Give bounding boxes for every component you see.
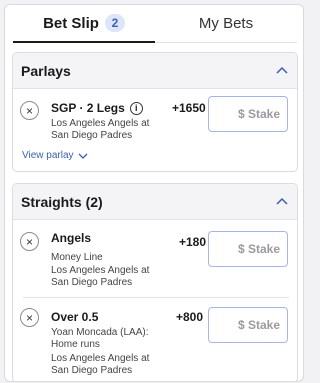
info-icon[interactable]: i bbox=[129, 101, 143, 115]
straights-header[interactable]: Straights (2) bbox=[13, 184, 297, 220]
bet-stake-input[interactable] bbox=[208, 231, 288, 267]
bet-market: Yoan Moncada (LAA): Home runs bbox=[51, 327, 149, 350]
parlay-stake-input[interactable] bbox=[208, 96, 288, 132]
bet-stake-input[interactable] bbox=[208, 307, 288, 343]
bet-selection: Over 0.5 bbox=[51, 310, 99, 324]
bet-matchup: Los Angeles Angels at San Diego Padres bbox=[51, 353, 150, 376]
parlays-title: Parlays bbox=[21, 62, 71, 79]
chevron-up-icon[interactable] bbox=[275, 64, 289, 78]
close-icon: × bbox=[25, 310, 33, 325]
tab-my-bets[interactable]: My Bets bbox=[155, 5, 297, 43]
straight-bet: × Angels Money Line Los Angeles Angels a… bbox=[13, 220, 297, 294]
bet-slip-tabs: Bet Slip 2 My Bets bbox=[5, 5, 303, 43]
parlays-section: Parlays × SGP · 2 Legs i Los Angeles Ange… bbox=[12, 52, 298, 172]
view-parlay-label: View parlay bbox=[22, 150, 74, 161]
bet-slip-panel: Bet Slip 2 My Bets Parlays × SGP · 2 Leg… bbox=[4, 4, 304, 382]
straight-bet: × Over 0.5 Yoan Moncada (LAA): Home runs… bbox=[13, 298, 297, 381]
parlay-odds: +1650 bbox=[172, 101, 206, 115]
tab-bet-slip[interactable]: Bet Slip 2 bbox=[13, 5, 155, 43]
chevron-up-icon[interactable] bbox=[275, 195, 289, 209]
chevron-down-icon bbox=[78, 153, 87, 159]
bet-market: Money Line bbox=[51, 252, 103, 263]
bet-count-badge: 2 bbox=[104, 14, 125, 32]
bet-matchup: Los Angeles Angels at San Diego Padres bbox=[51, 265, 150, 288]
parlay-matchup: Los Angeles Angels at San Diego Padres bbox=[51, 118, 150, 141]
bet-selection: Angels bbox=[51, 231, 92, 245]
tab-my-bets-label: My Bets bbox=[198, 15, 254, 32]
straights-section: Straights (2) × Angels Money Line Los An… bbox=[12, 183, 298, 381]
remove-parlay-button[interactable]: × bbox=[20, 101, 39, 120]
remove-bet-button[interactable]: × bbox=[20, 232, 39, 251]
tab-bet-slip-label: Bet Slip bbox=[43, 14, 99, 32]
bet-odds: +180 bbox=[179, 235, 207, 249]
close-icon: × bbox=[25, 234, 33, 249]
bet-odds: +800 bbox=[176, 310, 204, 324]
parlay-title-text: SGP · 2 Legs bbox=[51, 101, 125, 115]
parlays-header[interactable]: Parlays bbox=[13, 53, 297, 89]
remove-bet-button[interactable]: × bbox=[20, 308, 39, 327]
straights-title: Straights (2) bbox=[21, 193, 103, 210]
view-parlay-link[interactable]: View parlay bbox=[22, 150, 88, 161]
parlay-title: SGP · 2 Legs i bbox=[51, 101, 143, 115]
close-icon: × bbox=[25, 103, 33, 118]
